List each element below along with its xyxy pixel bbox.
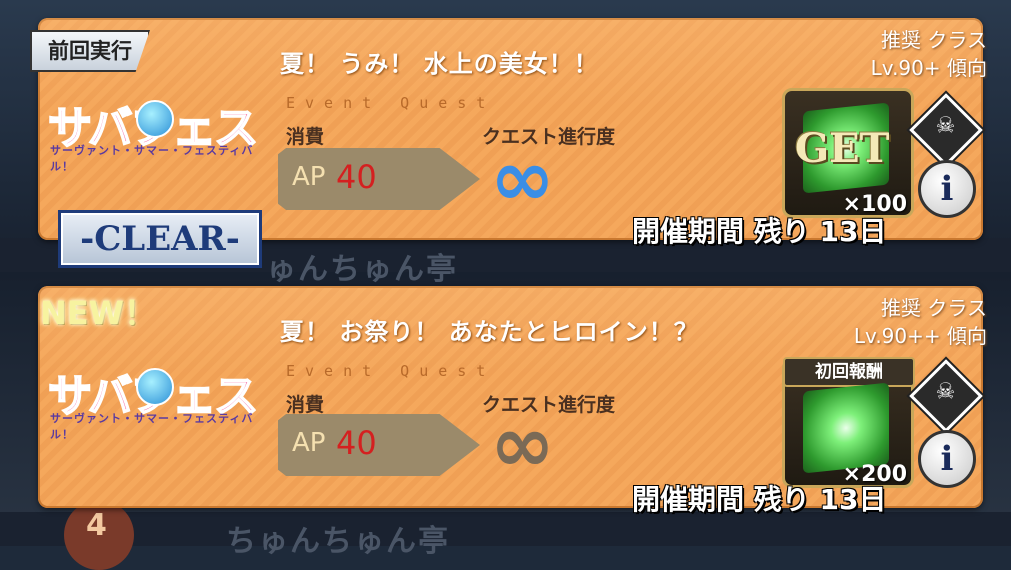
infinity-progress-icon: ∞ xyxy=(490,400,555,490)
quest-title: 夏！ うみ！ 水上の美女！！ xyxy=(280,50,599,78)
cost-label: 消費 xyxy=(286,126,325,148)
ap-label: AP xyxy=(292,162,326,192)
new-tag: NEW！ xyxy=(40,294,156,332)
previous-run-tag: 前回実行 xyxy=(30,30,150,72)
event-quest-label: Event Quest xyxy=(286,362,496,380)
first-reward-header: 初回報酬 xyxy=(783,357,915,387)
info-button[interactable]: i xyxy=(918,430,976,488)
clear-badge: -CLEAR- xyxy=(58,210,262,268)
event-logo: サバフェス サーヴァント・サマー・フェスティバル！ xyxy=(47,92,263,173)
info-button[interactable]: i xyxy=(918,160,976,218)
event-period: 開催期間 残り 13日 xyxy=(632,215,887,248)
green-cube-icon xyxy=(803,382,889,474)
reward-item[interactable]: 初回報酬 ×200 xyxy=(782,357,915,488)
recommended-class-label: 推奨 クラス Lv.90+ 傾向 xyxy=(870,28,987,80)
ap-cost-box: AP 40 xyxy=(278,148,480,210)
get-overlay: GET xyxy=(795,125,890,172)
map-location-label: ちゅんちゅん亭 xyxy=(226,524,450,559)
logo-ball-icon xyxy=(136,100,174,138)
logo-ball-icon xyxy=(136,368,174,406)
map-node[interactable]: 4 xyxy=(64,500,134,570)
event-period: 開催期間 残り 13日 xyxy=(632,483,887,516)
ap-value: 40 xyxy=(336,424,377,462)
event-quest-label: Event Quest xyxy=(286,94,496,112)
quest-title: 夏！ お祭り！ あなたとヒロイン！？ xyxy=(280,318,699,346)
infinity-progress-icon: ∞ xyxy=(490,134,555,224)
ap-cost-box: AP 40 xyxy=(278,414,480,476)
reward-item[interactable]: GET ×100 xyxy=(782,88,914,218)
recommended-class-label: 推奨 クラス Lv.90++ 傾向 xyxy=(853,296,987,348)
ap-value: 40 xyxy=(336,158,377,196)
event-logo: サバフェス サーヴァント・サマー・フェスティバル！ xyxy=(47,360,263,441)
cost-label: 消費 xyxy=(286,394,325,416)
map-location-label: ゅんちゅん亭 xyxy=(266,252,458,287)
ap-label: AP xyxy=(292,428,326,458)
